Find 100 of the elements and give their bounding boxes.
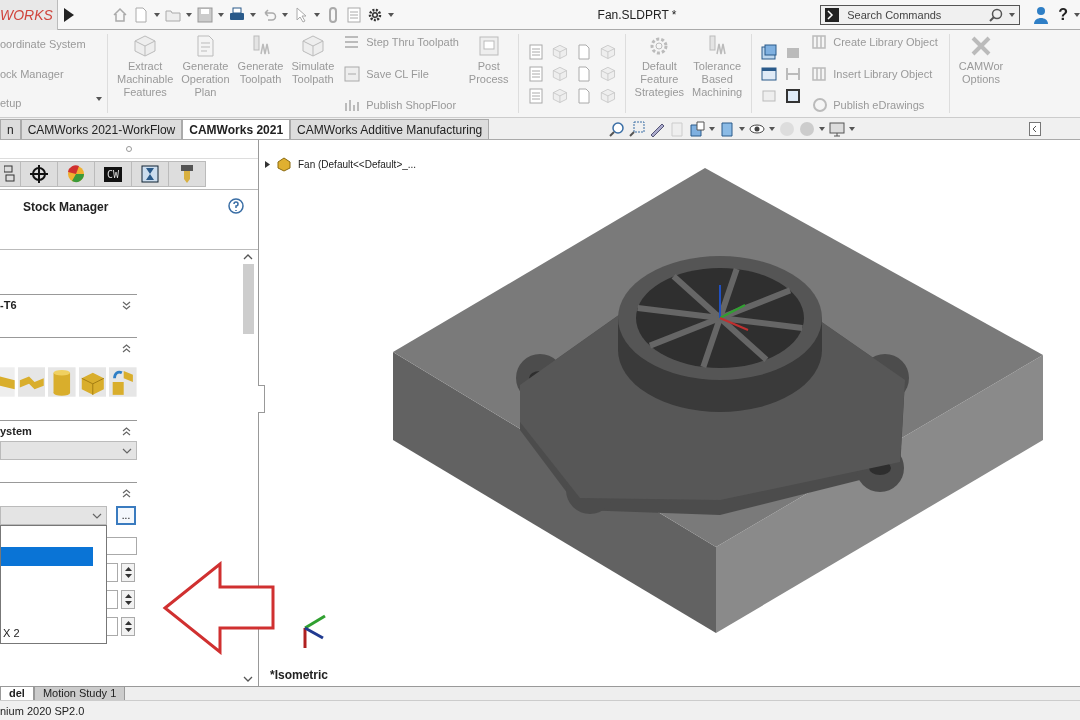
window-icon[interactable]	[761, 65, 778, 82]
tab[interactable]: CAMWorks Additive Manufacturing	[290, 119, 490, 139]
document-icon[interactable]	[575, 65, 592, 82]
caret-icon	[249, 12, 256, 17]
ribbon-button[interactable]: Create Library Object	[811, 34, 938, 50]
caret-icon	[1074, 12, 1080, 17]
logo[interactable]: WORKS	[0, 0, 58, 30]
section-title: -T6	[0, 299, 17, 311]
save-icon[interactable]	[196, 6, 213, 23]
library-icon	[811, 65, 828, 82]
panel-tab[interactable]: CW	[94, 161, 132, 187]
windows-icon[interactable]	[761, 43, 778, 60]
tab[interactable]: del	[0, 687, 34, 701]
ribbon-button[interactable]: Publish ShopFloor	[344, 97, 459, 113]
ribbon-button[interactable]: Save CL File	[344, 65, 459, 82]
tab[interactable]: Motion Study 1	[33, 687, 126, 701]
printer-icon[interactable]	[228, 6, 245, 23]
document-icon[interactable]	[575, 43, 592, 60]
list-item[interactable]: X 2	[1, 623, 93, 642]
document-icon	[344, 65, 361, 82]
grip-icon[interactable]	[126, 146, 132, 152]
zoom-icon[interactable]	[609, 120, 626, 137]
document-title: Fan.SLDPRT *	[596, 7, 678, 22]
spinner-button[interactable]	[121, 563, 135, 582]
caret-icon	[819, 126, 826, 131]
monitor-icon[interactable]	[829, 120, 846, 137]
chevron-down-icon[interactable]	[243, 676, 253, 682]
tab[interactable]: n	[0, 119, 21, 139]
menu-item[interactable]: oordinate System	[0, 38, 102, 50]
tab[interactable]: CAMWorks 2021-WorkFlow	[20, 119, 183, 139]
collapse-icon[interactable]	[122, 487, 131, 499]
spinner-button[interactable]	[121, 617, 135, 636]
chevron-up-icon[interactable]	[243, 254, 253, 260]
settings-icon[interactable]	[366, 6, 383, 23]
blocks-icon[interactable]	[78, 366, 107, 398]
scrollbar-thumb[interactable]	[242, 264, 254, 334]
search-field[interactable]: Search Commands	[845, 7, 984, 22]
drill-icon	[180, 165, 194, 183]
caret-icon	[281, 12, 288, 17]
cylinder-icon[interactable]	[48, 366, 76, 398]
tab[interactable]: CAMWorks 2021	[182, 119, 291, 139]
expand-icon[interactable]	[122, 299, 131, 311]
panel-tab[interactable]	[20, 161, 58, 187]
home-icon[interactable]	[111, 6, 128, 23]
bars-icon	[344, 97, 361, 113]
ribbon-button[interactable]: Tolerance Based Machining	[688, 34, 747, 113]
ribbon-button[interactable]: Generate Toolpath	[233, 34, 288, 113]
caret-icon	[849, 126, 856, 131]
lines-icon	[344, 34, 361, 50]
hourglass-icon	[141, 165, 159, 183]
document-icon[interactable]	[132, 6, 149, 23]
spinner-arrows-icon	[124, 567, 132, 578]
zoom-box-icon[interactable]	[629, 120, 646, 137]
help-icon[interactable]	[228, 198, 244, 214]
menu-item[interactable]: etup	[0, 97, 102, 109]
caret-icon	[217, 12, 224, 17]
ribbon-button[interactable]: Post Process	[464, 34, 513, 113]
status-text: nium 2020 SP2.0	[0, 704, 85, 717]
cw-logo: CW	[103, 166, 122, 182]
sphere-icon[interactable]	[799, 120, 816, 137]
stock-icon[interactable]	[0, 366, 15, 398]
ribbon-button[interactable]: Generate Operation Plan	[177, 34, 234, 113]
cube-icon[interactable]	[689, 120, 706, 137]
expand-arrow-icon[interactable]	[265, 160, 270, 168]
extrusion-icon[interactable]	[17, 366, 46, 398]
play-icon[interactable]	[63, 7, 74, 22]
ribbon-button[interactable]: Publish eDrawings	[811, 97, 938, 113]
search-icon	[989, 7, 1004, 22]
tree-icon	[4, 165, 16, 183]
ribbon-button[interactable]: Default Feature Strategies	[630, 34, 689, 113]
user-icon[interactable]	[1034, 5, 1049, 24]
list-icon[interactable]	[527, 87, 544, 104]
list-icon[interactable]	[527, 65, 544, 82]
tree-item[interactable]: Fan (Default<<Default>_...	[298, 158, 417, 170]
ball-icon	[67, 165, 85, 183]
collapse-icon[interactable]	[122, 342, 131, 354]
spinner-button[interactable]	[121, 590, 135, 609]
cube-icon	[300, 34, 325, 58]
ribbon-button[interactable]: Insert Library Object	[811, 65, 938, 82]
list-icon[interactable]	[527, 43, 544, 60]
box-icon[interactable]	[719, 120, 736, 137]
splitter-handle[interactable]	[258, 385, 265, 413]
document-icon[interactable]	[575, 87, 592, 104]
import-icon[interactable]	[109, 366, 137, 398]
ribbon-button[interactable]: Step Thru Toolpath	[344, 34, 459, 50]
ribbon-button[interactable]: CAMWor Options	[954, 34, 1008, 113]
ribbon-button[interactable]: Simulate Toolpath	[287, 34, 339, 113]
browse-button[interactable]: ...	[116, 506, 136, 525]
collapse-icon[interactable]	[122, 425, 131, 437]
search-box[interactable]: Search Commands	[820, 4, 1021, 25]
menu-item[interactable]: ock Manager	[0, 67, 102, 80]
help-button[interactable]: ?	[1058, 5, 1068, 24]
ribbon-button[interactable]: Extract Machinable Features	[113, 34, 178, 113]
cube-icon	[133, 34, 158, 58]
dropdown[interactable]	[0, 506, 107, 525]
image-icon[interactable]	[785, 87, 802, 104]
panel-toggle-icon[interactable]	[1029, 121, 1042, 136]
frame-icon[interactable]	[785, 65, 802, 82]
caret-icon	[769, 126, 776, 131]
chevron-down-icon	[122, 447, 132, 454]
